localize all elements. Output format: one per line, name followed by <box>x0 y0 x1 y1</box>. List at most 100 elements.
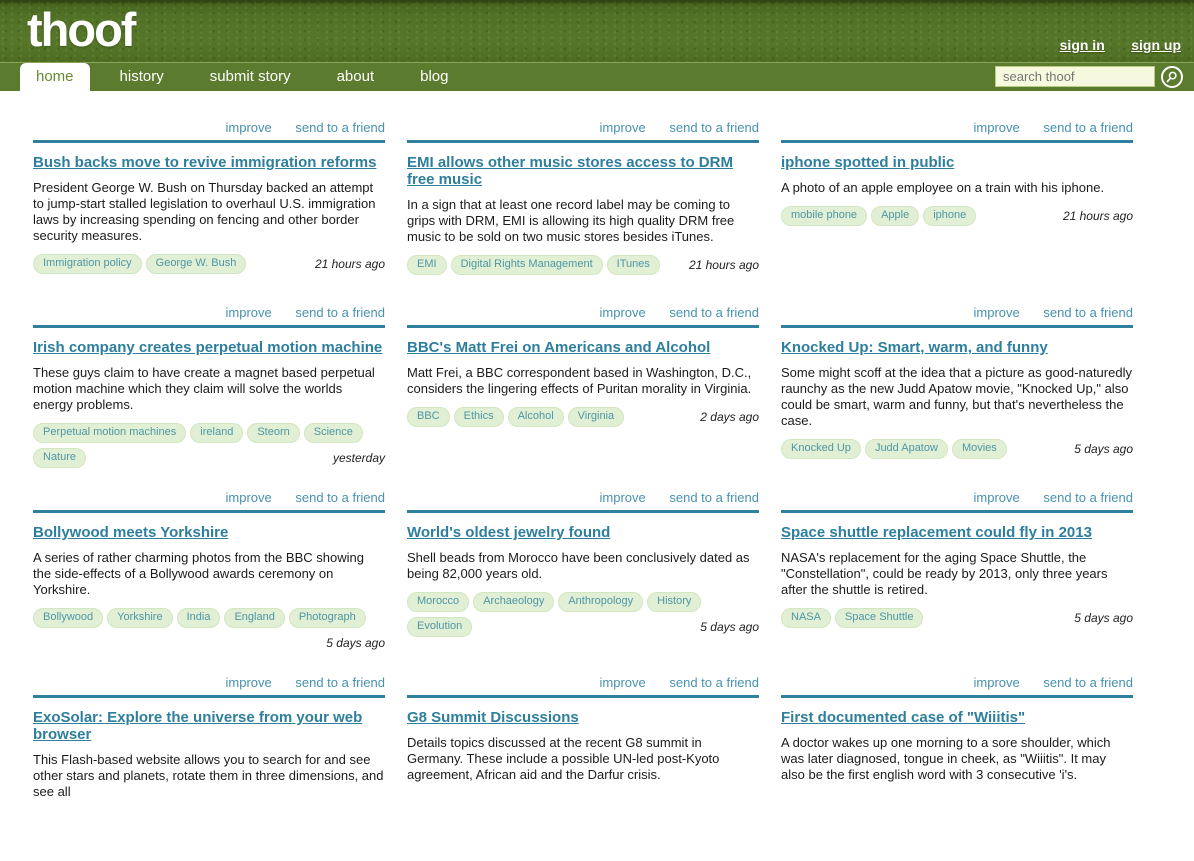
story-tag[interactable]: iphone <box>923 206 977 226</box>
story-timestamp: 5 days ago <box>326 636 385 650</box>
story-tag[interactable]: Evolution <box>407 617 473 637</box>
story-tag[interactable]: History <box>647 592 702 612</box>
story-timestamp: 5 days ago <box>1074 442 1133 456</box>
story-tag[interactable]: NASA <box>781 608 831 628</box>
send-to-friend-link[interactable]: send to a friend <box>1043 675 1133 690</box>
story-title-link[interactable]: Bush backs move to revive immigration re… <box>33 154 376 171</box>
auth-links: sign in sign up <box>1038 37 1181 55</box>
story-tag[interactable]: Alcohol <box>507 407 564 427</box>
send-to-friend-link[interactable]: send to a friend <box>669 305 759 320</box>
improve-link[interactable]: improve <box>974 120 1020 135</box>
story-tag[interactable]: Nature <box>33 448 87 468</box>
send-to-friend-link[interactable]: send to a friend <box>295 675 385 690</box>
story-tag[interactable]: Steorn <box>247 423 300 443</box>
story-tag[interactable]: Judd Apatow <box>864 439 948 459</box>
story-tag[interactable]: Ethics <box>453 407 504 427</box>
story-tag[interactable]: Movies <box>951 439 1007 459</box>
story-tag[interactable]: Knocked Up <box>781 439 861 459</box>
send-to-friend-link[interactable]: send to a friend <box>295 305 385 320</box>
nav-tab-link-home[interactable]: home <box>20 63 90 91</box>
send-to-friend-link[interactable]: send to a friend <box>669 120 759 135</box>
improve-link[interactable]: improve <box>600 675 646 690</box>
nav-tab-link-submit-story[interactable]: submit story <box>194 63 307 91</box>
story-actions: improve send to a friend <box>407 676 759 698</box>
nav-tab-blog: blog <box>404 63 464 91</box>
story-description: President George W. Bush on Thursday bac… <box>33 180 376 243</box>
improve-link[interactable]: improve <box>974 490 1020 505</box>
story-tag[interactable]: Morocco <box>407 592 470 612</box>
story-tag[interactable]: Anthropology <box>558 592 644 612</box>
story-tag[interactable]: mobile phone <box>781 206 868 226</box>
thoof-logo: thoof <box>27 3 136 56</box>
send-to-friend-link[interactable]: send to a friend <box>669 675 759 690</box>
story-title-link[interactable]: Knocked Up: Smart, warm, and funny <box>781 339 1048 356</box>
story-tag[interactable]: Apple <box>871 206 920 226</box>
send-to-friend-link[interactable]: send to a friend <box>669 490 759 505</box>
nav-tab-link-history[interactable]: history <box>104 63 180 91</box>
story-title-link[interactable]: iphone spotted in public <box>781 154 954 171</box>
story-tag[interactable]: Immigration policy <box>33 254 142 274</box>
story-actions: improve send to a friend <box>33 676 385 698</box>
story-title-link[interactable]: First documented case of "Wiiitis" <box>781 709 1025 726</box>
story-title-link[interactable]: Bollywood meets Yorkshire <box>33 524 228 541</box>
story-tag[interactable]: Perpetual motion machines <box>33 423 187 443</box>
story-tag[interactable]: Bollywood <box>33 608 104 628</box>
story-footer: Morocco Archaeology Anthropology History Evo… <box>407 592 759 642</box>
sign-up-link[interactable]: sign up <box>1131 37 1181 53</box>
story-title-link[interactable]: Irish company creates perpetual motion m… <box>33 339 382 356</box>
story-title-link[interactable]: BBC's Matt Frei on Americans and Alcohol <box>407 339 710 356</box>
story-title-link[interactable]: EMI allows other music stores access to … <box>407 154 733 188</box>
story-footer: NASA Space Shuttle 5 days ago <box>781 608 1133 633</box>
story-tag[interactable]: EMI <box>407 255 447 275</box>
story-title-link[interactable]: G8 Summit Discussions <box>407 709 579 726</box>
send-to-friend-link[interactable]: send to a friend <box>1043 490 1133 505</box>
story-actions: improve send to a friend <box>781 121 1133 143</box>
story-title-link[interactable]: World's oldest jewelry found <box>407 524 610 541</box>
story-tag[interactable]: Virginia <box>567 407 625 427</box>
improve-link[interactable]: improve <box>974 675 1020 690</box>
nav-tab-link-about[interactable]: about <box>321 63 391 91</box>
story-tag[interactable]: Archaeology <box>473 592 555 612</box>
story-actions: improve send to a friend <box>33 306 385 328</box>
nav-tab-submit-story: submit story <box>194 63 307 91</box>
story-tag[interactable]: BBC <box>407 407 450 427</box>
send-to-friend-link[interactable]: send to a friend <box>295 120 385 135</box>
story-description: A series of rather charming photos from … <box>33 550 364 597</box>
improve-link[interactable]: improve <box>226 675 272 690</box>
improve-link[interactable]: improve <box>600 490 646 505</box>
story-timestamp: yesterday <box>332 451 385 465</box>
story-tag[interactable]: George W. Bush <box>145 254 247 274</box>
story-tag[interactable]: Science <box>303 423 363 443</box>
story-tag[interactable]: Photograph <box>288 608 366 628</box>
nav-tab-link-blog[interactable]: blog <box>404 63 464 91</box>
search-button[interactable] <box>1161 66 1183 88</box>
story-footer: Perpetual motion machines ireland Steorn Sc… <box>33 423 385 473</box>
story-actions: improve send to a friend <box>33 121 385 143</box>
story-tag[interactable]: ireland <box>190 423 244 443</box>
improve-link[interactable]: improve <box>600 305 646 320</box>
story-title-link[interactable]: ExoSolar: Explore the universe from your… <box>33 709 362 743</box>
send-to-friend-link[interactable]: send to a friend <box>295 490 385 505</box>
improve-link[interactable]: improve <box>226 490 272 505</box>
improve-link[interactable]: improve <box>226 120 272 135</box>
story-tag[interactable]: Space Shuttle <box>834 608 924 628</box>
story-tag[interactable]: Yorkshire <box>107 608 173 628</box>
sign-in-link[interactable]: sign in <box>1060 37 1105 53</box>
story-description: Shell beads from Morocco have been concl… <box>407 550 750 581</box>
story-tag[interactable]: India <box>176 608 221 628</box>
story-tag[interactable]: ITunes <box>606 255 660 275</box>
main-navbar: home history submit story about blog <box>0 62 1194 91</box>
improve-link[interactable]: improve <box>226 305 272 320</box>
story-actions: improve send to a friend <box>33 491 385 513</box>
story-tag[interactable]: Digital Rights Management <box>450 255 603 275</box>
improve-link[interactable]: improve <box>974 305 1020 320</box>
story-description: A photo of an apple employee on a train … <box>781 180 1105 195</box>
story-card: improve send to a friend Bush backs move… <box>33 121 385 306</box>
send-to-friend-link[interactable]: send to a friend <box>1043 305 1133 320</box>
search-input[interactable] <box>995 66 1155 87</box>
search-icon <box>1165 70 1179 84</box>
story-title-link[interactable]: Space shuttle replacement could fly in 2… <box>781 524 1092 541</box>
improve-link[interactable]: improve <box>600 120 646 135</box>
story-tag[interactable]: England <box>224 608 285 628</box>
send-to-friend-link[interactable]: send to a friend <box>1043 120 1133 135</box>
